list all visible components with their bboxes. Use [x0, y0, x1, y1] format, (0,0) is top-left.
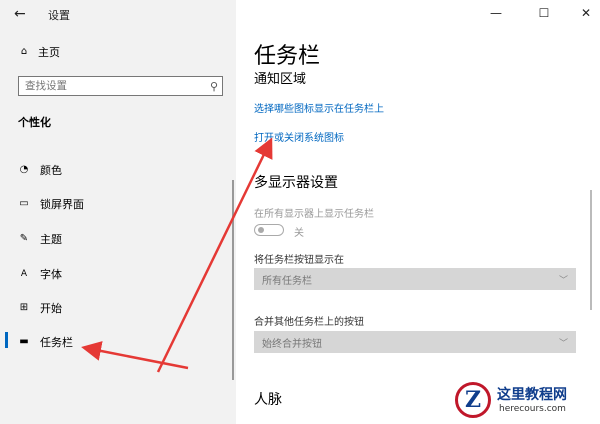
arrow-to-taskbar — [81, 341, 189, 370]
annotation-arrows — [81, 137, 273, 373]
watermark-domain: herecours.com — [499, 404, 566, 414]
arrow-to-system-icons — [156, 137, 273, 373]
watermark-icon: Z — [455, 382, 491, 418]
watermark-name: 这里教程网 — [497, 387, 567, 403]
watermark-logo: Z 这里教程网 herecours.com — [455, 382, 595, 422]
